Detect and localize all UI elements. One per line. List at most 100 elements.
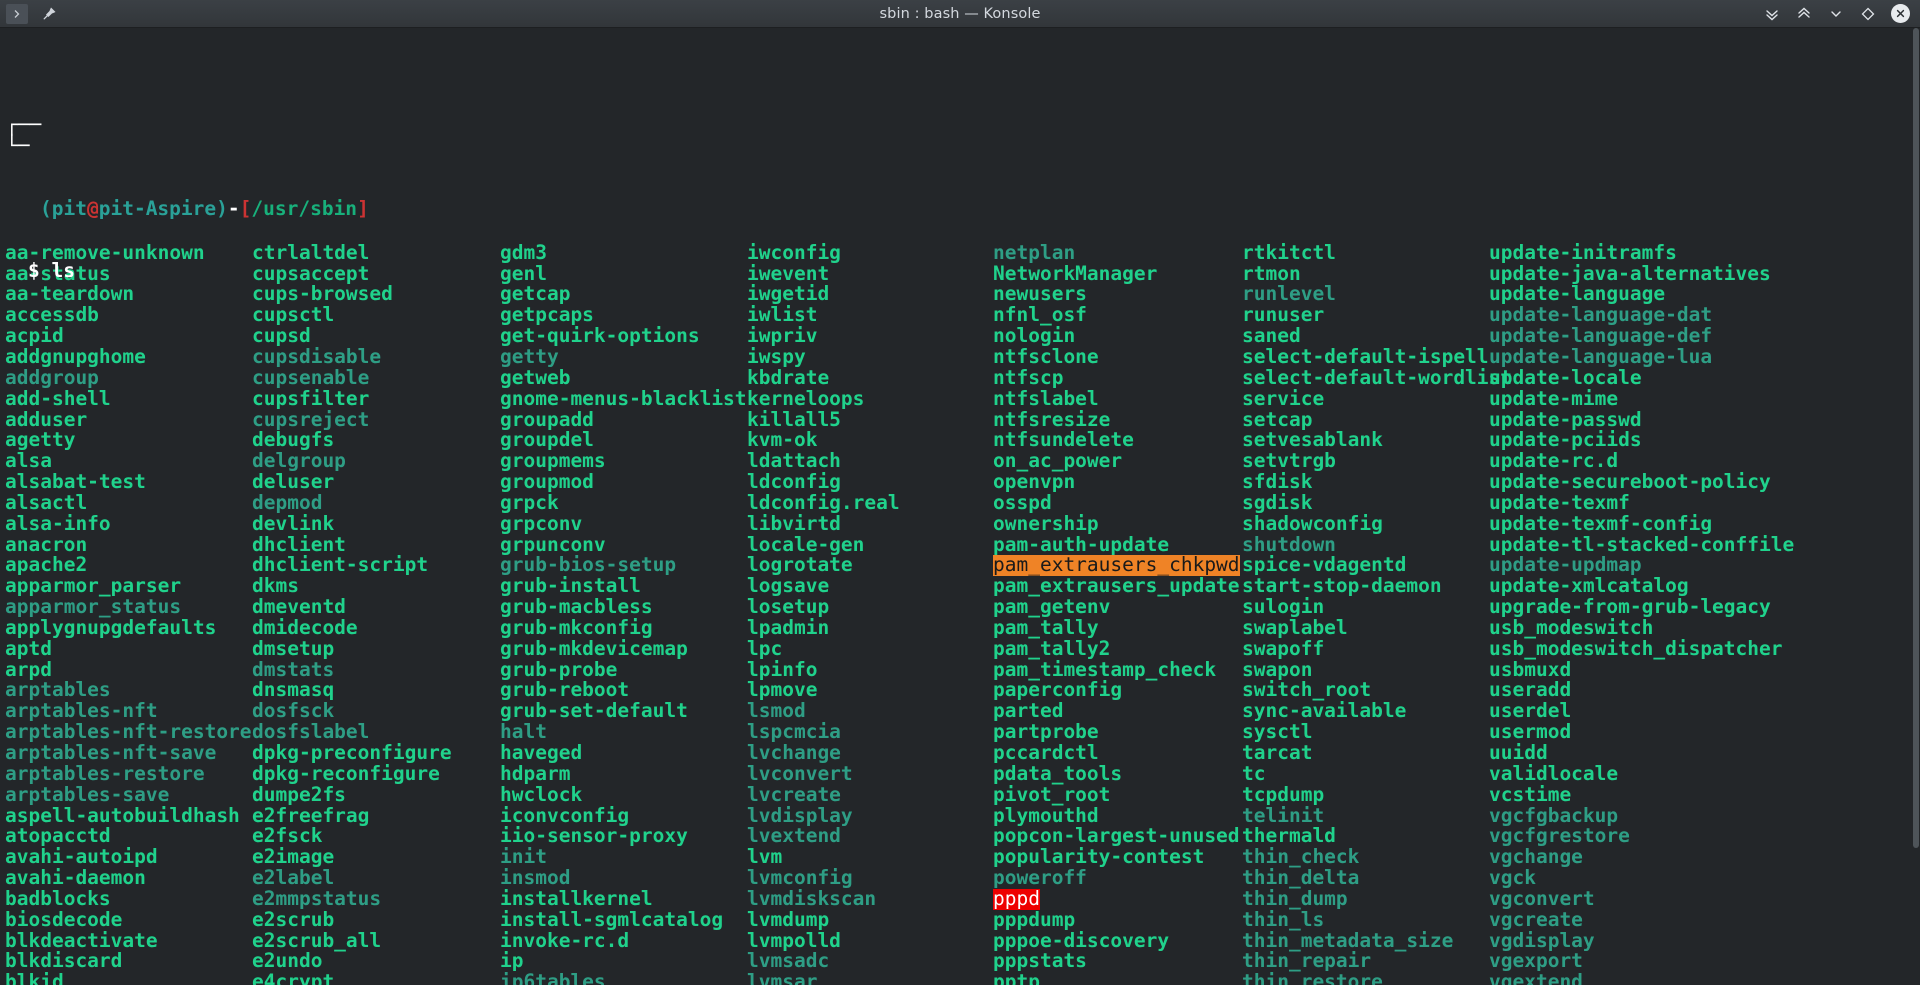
ls-entry: lpmove — [747, 680, 993, 701]
window-titlebar: sbin : bash — Konsole — [0, 0, 1920, 28]
ls-entry-name: dmeventd — [252, 595, 346, 619]
ls-entry-name: logsave — [747, 574, 830, 598]
ls-entry: locale-gen — [747, 534, 993, 556]
ls-entry: saned — [1242, 325, 1489, 347]
ls-entry-name: halt — [500, 720, 547, 744]
ls-entry: upgrade-from-grub-legacy — [1489, 596, 1794, 618]
ls-entry-name: useradd — [1489, 678, 1572, 702]
ls-entry-name: pivot_root — [993, 782, 1111, 806]
ls-entry-name: dnsmasq — [252, 678, 335, 702]
ls-entry: iio-sensor-proxy — [500, 826, 747, 847]
ls-entry-name: addgroup — [5, 365, 99, 389]
ls-entry: validlocale — [1489, 763, 1794, 785]
ls-entry: thin_restore — [1242, 971, 1489, 985]
ls-output-columns: aa-remove-unknown aa-status aa-teardown acc… — [4, 242, 1920, 985]
ls-entry-name: vgcfgbackup — [1489, 803, 1619, 827]
ls-entry: openvpn — [993, 471, 1242, 493]
ls-entry-name: lvmdiskscan — [747, 886, 877, 910]
ls-entry: pptp — [993, 971, 1242, 985]
ls-entry: addgroup — [5, 365, 252, 389]
ls-entry: grub-mkconfig — [500, 617, 747, 639]
ls-column: gdm3 genl getcap getpcaps get-quirk-options g… — [500, 242, 747, 985]
ls-entry-name: arptables-save — [5, 782, 170, 806]
ls-entry: ownership — [993, 513, 1242, 535]
ls-entry: popcon-largest-unused — [993, 826, 1242, 847]
ls-entry: gnome-menus-blacklist — [500, 388, 747, 410]
ls-entry-name: thin_metadata_size — [1242, 928, 1454, 952]
ls-entry-name: update-mime — [1489, 386, 1619, 410]
ls-entry-name: parted — [993, 699, 1064, 723]
ls-entry-name: blkdiscard — [5, 949, 123, 973]
ls-entry-name: kbdrate — [747, 365, 830, 389]
ls-entry: ldconfig — [747, 471, 993, 493]
close-icon[interactable] — [1891, 4, 1910, 23]
ls-entry-name: apparmor_status — [5, 595, 182, 619]
ls-entry-name: tcpdump — [1242, 782, 1325, 806]
ls-entry-name: start-stop-daemon — [1242, 574, 1442, 598]
ls-entry-name: update-pciids — [1489, 428, 1642, 452]
ls-entry-name: sulogin — [1242, 595, 1325, 619]
ls-entry: grub-macbless — [500, 596, 747, 618]
ls-entry-name: alsactl — [5, 490, 88, 514]
ls-entry-name: shadowconfig — [1242, 511, 1383, 535]
ls-entry: delgroup — [252, 449, 500, 473]
ls-entry: cupsdisable — [252, 346, 500, 368]
ls-entry-name: iio-sensor-proxy — [500, 824, 688, 848]
ls-entry-name: vgcreate — [1489, 907, 1583, 931]
ls-entry-name: grub-install — [500, 574, 641, 598]
ls-entry: thin_check — [1242, 846, 1489, 868]
ls-entry-name: biosdecode — [5, 907, 123, 931]
ls-entry: arptables-restore — [5, 763, 252, 785]
pin-icon[interactable] — [38, 4, 60, 24]
ls-entry-name: update-tl-stacked-conffile — [1489, 532, 1795, 556]
ls-entry: sgdisk — [1242, 492, 1489, 514]
ls-entry: tcpdump — [1242, 782, 1489, 806]
ls-entry-name: groupadd — [500, 407, 594, 431]
ls-entry-name: vcstime — [1489, 782, 1572, 806]
ls-column: ctrlaltdel cupsaccept cups-browsed cupsctl c… — [252, 242, 500, 985]
ls-entry: thin_repair — [1242, 951, 1489, 972]
ls-entry: update-texmf — [1489, 492, 1794, 514]
ls-entry-name: dumpe2fs — [252, 782, 346, 806]
minimize-icon[interactable] — [1827, 5, 1845, 23]
ls-entry: pam_extrausers_chkpwd — [993, 555, 1242, 577]
terminal-scrollbar[interactable] — [1912, 28, 1920, 985]
ls-entry-name: arpd — [5, 657, 52, 681]
ls-entry: e2scrub_all — [252, 930, 500, 952]
ls-entry: thin_metadata_size — [1242, 928, 1489, 952]
prompt-open-bracket: [ — [239, 196, 252, 220]
ls-entry-name: update-locale — [1489, 365, 1642, 389]
ls-entry: grub-probe — [500, 659, 747, 681]
ls-entry: ip6tables — [500, 971, 747, 985]
ls-entry: e2scrub — [252, 909, 500, 931]
scroll-up-icon[interactable] — [1795, 5, 1813, 23]
ls-entry: lvmdiskscan — [747, 886, 993, 910]
scrollbar-thumb[interactable] — [1913, 28, 1919, 848]
ls-entry-name: ntfslabel — [993, 386, 1099, 410]
scroll-down-icon[interactable] — [1763, 5, 1781, 23]
ls-entry: update-language-def — [1489, 325, 1794, 347]
ls-entry: lvmsadc — [747, 951, 993, 972]
ls-entry: halt — [500, 720, 747, 744]
ls-entry-name: delgroup — [252, 449, 346, 473]
ls-entry-name: popcon-largest-unused — [993, 824, 1240, 848]
ls-entry-name: iconvconfig — [500, 803, 630, 827]
ls-entry: anacron — [5, 534, 252, 556]
ls-entry-name: lvconvert — [747, 761, 853, 785]
ls-entry-name: lvcreate — [747, 782, 841, 806]
ls-entry-name: grpconv — [500, 511, 583, 535]
ls-entry: grpck — [500, 492, 747, 514]
ls-entry: arptables-nft — [5, 700, 252, 722]
terminal-body[interactable]: ┌── └─ (pit@pit-Aspire)-[/usr/sbin] $ ls… — [0, 28, 1920, 985]
ls-entry: grub-reboot — [500, 680, 747, 701]
chevron-right-icon[interactable] — [6, 3, 28, 24]
ls-entry: depmod — [252, 492, 500, 514]
ls-entry-name: groupdel — [500, 428, 594, 452]
ls-entry-name: arptables — [5, 678, 111, 702]
prompt-open-paren: ( — [40, 196, 52, 220]
maximize-icon[interactable] — [1859, 5, 1877, 23]
ls-entry: pdata_tools — [993, 763, 1242, 785]
ls-entry-name: dpkg-reconfigure — [252, 761, 440, 785]
ls-entry: telinit — [1242, 805, 1489, 827]
ls-entry: ntfsclone — [993, 346, 1242, 368]
